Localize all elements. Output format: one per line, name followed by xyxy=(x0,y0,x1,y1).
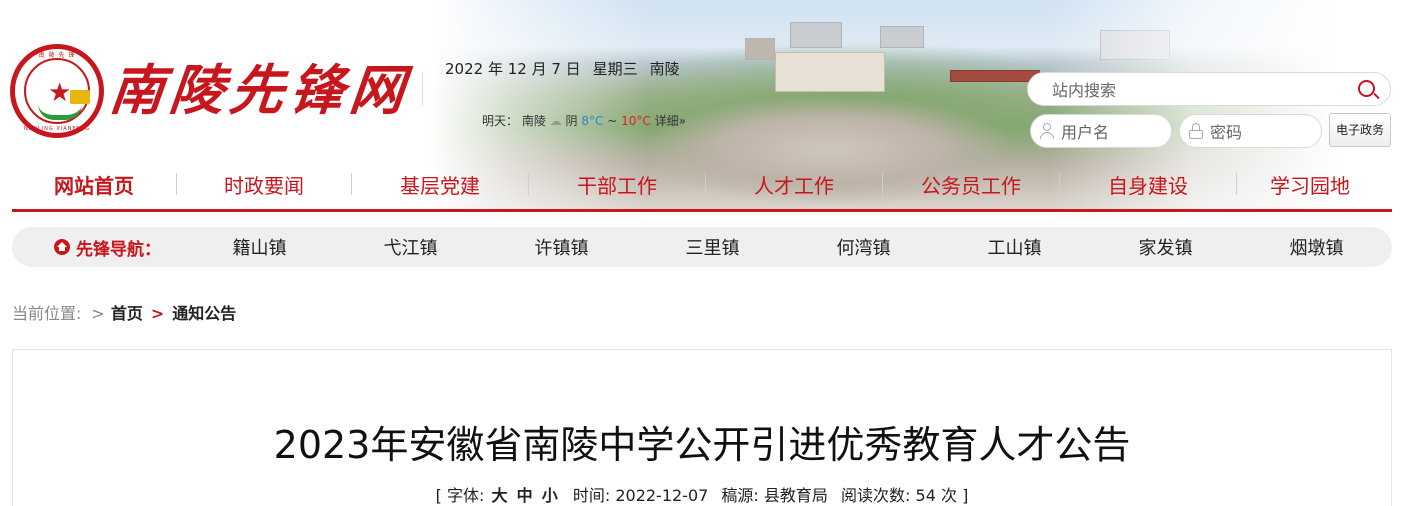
breadcrumb-label: 当前位置: xyxy=(12,304,82,323)
weather-city: 南陵 xyxy=(521,114,546,128)
temp-high: 10°C xyxy=(621,114,651,128)
header-banner: 南 陵 先 锋 ★ NANLING XIANFENG 南陵先锋网 2022 年 … xyxy=(0,0,1427,212)
user-icon-head xyxy=(1043,123,1051,131)
main-nav: 网站首页 时政要闻 基层党建 干部工作 人才工作 公务员工作 自身建设 学习园地 xyxy=(12,162,1392,206)
article-panel: 2023年安徽省南陵中学公开引进优秀教育人才公告 [ 字体: 大 中 小 时间:… xyxy=(12,349,1392,506)
weather-condition: 阴 xyxy=(565,114,578,128)
publish-time: 2022-12-07 xyxy=(615,486,709,505)
breadcrumb-home-link[interactable]: 首页 xyxy=(111,304,143,323)
font-size-label: 字体: xyxy=(447,486,485,505)
nav-item-news[interactable]: 时政要闻 xyxy=(177,170,351,199)
meta-open-bracket: [ xyxy=(435,486,442,505)
building-shape xyxy=(790,22,842,48)
building-shape xyxy=(880,26,924,48)
building-shape xyxy=(950,70,1040,82)
reads-unit: 次 xyxy=(940,486,957,505)
lock-icon-body xyxy=(1189,130,1203,139)
cloud-icon: ☁ xyxy=(549,114,562,128)
vanguard-nav-title: 先锋导航： xyxy=(54,235,184,260)
search-icon[interactable] xyxy=(1356,78,1380,102)
breadcrumb-current-link[interactable]: 通知公告 xyxy=(172,304,236,323)
time-label: 时间: xyxy=(572,486,611,505)
nav-item-civil-servant[interactable]: 公务员工作 xyxy=(883,170,1059,199)
breadcrumb-separator: > xyxy=(150,304,165,323)
user-icon xyxy=(1039,123,1055,139)
temp-tilde: ~ xyxy=(607,114,618,128)
username-input[interactable] xyxy=(1061,121,1161,143)
building-shape xyxy=(745,38,775,60)
swoosh-icon xyxy=(38,104,82,120)
vanguard-nav: 先锋导航： 籍山镇 弋江镇 许镇镇 三里镇 何湾镇 工山镇 家发镇 烟墩镇 xyxy=(12,227,1392,267)
reads-label: 阅读次数: xyxy=(841,486,911,505)
town-link[interactable]: 工山镇 xyxy=(939,234,1090,260)
weather-forecast: 明天： 南陵 ☁ 阴 8°C ~ 10°C 详细» xyxy=(482,112,686,129)
egov-button[interactable]: 电子政务 xyxy=(1329,113,1391,147)
building-shape xyxy=(1100,30,1170,60)
city-text: 南陵 xyxy=(649,60,680,78)
meta-close-bracket: ] xyxy=(962,486,969,505)
page: 南 陵 先 锋 ★ NANLING XIANFENG 南陵先锋网 2022 年 … xyxy=(0,0,1427,506)
date-display: 2022 年 12 月 7 日星期三 南陵 xyxy=(445,58,692,79)
nav-item-party-building[interactable]: 基层党建 xyxy=(352,170,528,199)
site-search xyxy=(1027,72,1391,106)
font-size-medium-button[interactable]: 中 xyxy=(517,486,533,505)
town-link[interactable]: 烟墩镇 xyxy=(1241,234,1392,260)
site-logo[interactable]: 南 陵 先 锋 ★ NANLING XIANFENG 南陵先锋网 xyxy=(10,40,415,150)
font-size-small-button[interactable]: 小 xyxy=(542,486,558,505)
town-link[interactable]: 何湾镇 xyxy=(788,234,939,260)
search-input[interactable] xyxy=(1052,79,1342,101)
weekday-text: 星期三 xyxy=(592,60,638,78)
nav-item-home[interactable]: 网站首页 xyxy=(12,170,176,199)
weather-details-link[interactable]: 详细» xyxy=(655,114,686,128)
search-icon-handle xyxy=(1373,92,1380,100)
password-input[interactable] xyxy=(1210,121,1310,143)
weather-day-label: 明天： xyxy=(482,114,519,128)
font-size-large-button[interactable]: 大 xyxy=(492,486,508,505)
breadcrumb: 当前位置: > 首页 > 通知公告 xyxy=(12,300,236,324)
nav-item-talent[interactable]: 人才工作 xyxy=(706,170,882,199)
date-text: 2022 年 12 月 7 日 xyxy=(445,60,581,78)
flag-icon xyxy=(70,90,90,104)
breadcrumb-separator: > xyxy=(91,304,105,323)
vanguard-nav-items: 籍山镇 弋江镇 许镇镇 三里镇 何湾镇 工山镇 家发镇 烟墩镇 xyxy=(184,234,1392,260)
nav-underline xyxy=(12,209,1392,212)
home-icon xyxy=(54,239,70,255)
town-link[interactable]: 许镇镇 xyxy=(486,234,637,260)
article-title: 2023年安徽省南陵中学公开引进优秀教育人才公告 xyxy=(273,423,1131,467)
town-link[interactable]: 弋江镇 xyxy=(335,234,486,260)
vanguard-nav-label: 先锋导航： xyxy=(76,239,161,260)
town-link[interactable]: 籍山镇 xyxy=(184,234,335,260)
user-icon-body xyxy=(1040,132,1054,139)
temp-low: 8°C xyxy=(581,114,604,128)
article-source: 县教育局 xyxy=(763,486,828,505)
nav-item-study[interactable]: 学习园地 xyxy=(1237,170,1383,199)
site-title: 南陵先锋网 xyxy=(106,58,414,122)
divider xyxy=(422,72,423,106)
lock-icon xyxy=(1189,123,1203,140)
nav-item-self-building[interactable]: 自身建设 xyxy=(1060,170,1236,199)
password-field xyxy=(1179,114,1322,148)
emblem-inner: ★ xyxy=(24,58,90,124)
username-field xyxy=(1030,114,1172,148)
government-building-shape xyxy=(775,52,885,92)
read-count: 54 xyxy=(915,486,936,505)
party-emblem-icon: 南 陵 先 锋 ★ NANLING XIANFENG xyxy=(10,44,104,138)
star-icon: ★ xyxy=(48,78,72,108)
town-link[interactable]: 三里镇 xyxy=(637,234,788,260)
nav-item-cadre[interactable]: 干部工作 xyxy=(529,170,705,199)
search-icon-circle xyxy=(1358,80,1375,97)
article-meta: [ 字体: 大 中 小 时间: 2022-12-07 稿源: 县教育局 阅读次数… xyxy=(13,482,1391,506)
town-link[interactable]: 家发镇 xyxy=(1090,234,1241,260)
source-label: 稿源: xyxy=(721,486,759,505)
emblem-ring-text-en: NANLING XIANFENG xyxy=(23,126,91,132)
